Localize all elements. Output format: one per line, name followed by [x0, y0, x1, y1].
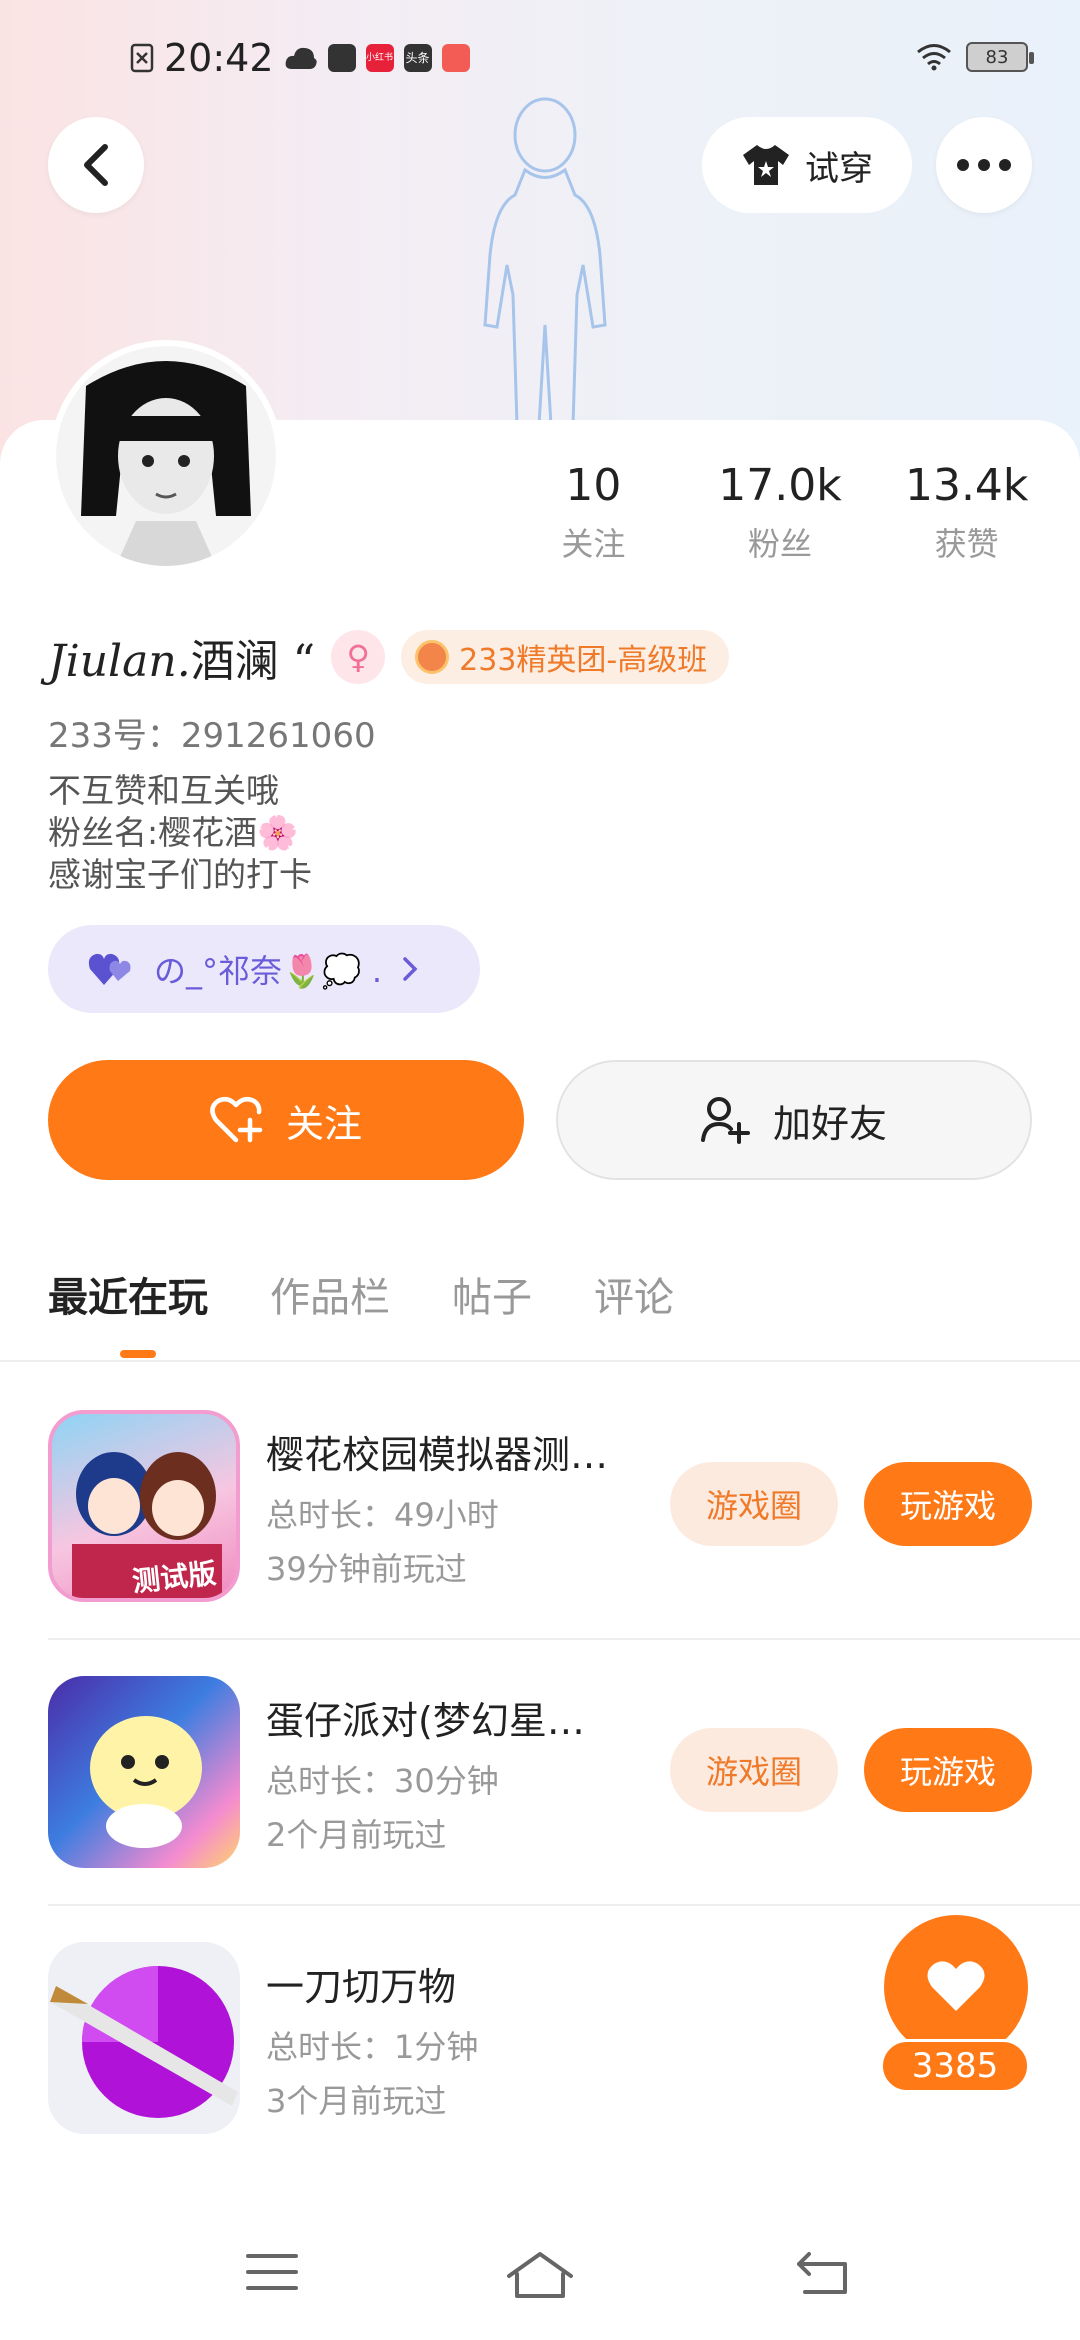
row-divider — [48, 1904, 1080, 1906]
game-last-played: 3个月前玩过 — [266, 2082, 447, 2120]
game-title: 樱花校园模拟器测… — [266, 1433, 609, 1477]
game-duration: 总时长：49小时 — [266, 1496, 499, 1534]
more-dots-icon — [957, 159, 1011, 171]
game-title: 一刀切万物 — [266, 1965, 457, 2009]
game-last-played: 39分钟前玩过 — [266, 1550, 467, 1588]
chevron-right-icon — [403, 957, 418, 981]
toutiao-icon: 头条 — [403, 44, 432, 72]
avatar-image — [56, 346, 276, 566]
stat-number: 13.4k — [904, 460, 1029, 511]
game-icon — [48, 1676, 240, 1868]
game-row[interactable]: 蛋仔派对(梦幻星… 总时长：30分钟 2个月前玩过 游戏圈 玩游戏 — [48, 1676, 1080, 1868]
system-navigation-bar — [0, 2230, 1080, 2340]
game-last-played: 2个月前玩过 — [266, 1816, 447, 1854]
user-name: Jiulan.酒澜 “ — [48, 625, 315, 689]
user-id: 233号：291261060 — [48, 716, 376, 756]
stat-likes[interactable]: 13.4k 获赞 — [873, 460, 1060, 565]
bio: 不互赞和互关哦 粉丝名:樱花酒🌸 感谢宝子们的打卡 — [48, 770, 312, 896]
follow-label: 关注 — [285, 1101, 362, 1146]
user-name-latin: Jiulan. — [48, 636, 191, 687]
wifi-icon — [917, 44, 951, 71]
game-duration: 总时长：30分钟 — [266, 1762, 499, 1800]
game-circle-button[interactable]: 游戏圈 — [670, 1462, 838, 1546]
add-friend-label: 加好友 — [772, 1101, 887, 1146]
add-friend-button[interactable]: 加好友 — [556, 1060, 1032, 1180]
tabs-divider — [0, 1360, 1080, 1362]
hearts-icon — [88, 953, 131, 985]
bio-line: 粉丝名:樱花酒🌸 — [48, 813, 299, 852]
floating-like-button[interactable]: 3385 — [866, 1915, 1032, 2095]
more-button[interactable] — [936, 117, 1032, 213]
game-title: 蛋仔派对(梦幻星… — [266, 1699, 585, 1743]
status-bar: 20:42 小红书 头条 83 — [0, 30, 1080, 90]
chevron-left-icon — [84, 144, 108, 186]
bio-line: 感谢宝子们的打卡 — [48, 855, 312, 894]
game-duration: 总时长：1分钟 — [266, 2028, 479, 2066]
battery-indicator: 83 — [966, 42, 1034, 72]
game-icon — [48, 1942, 240, 2134]
tab-recently-played[interactable]: 最近在玩 — [48, 1265, 208, 1323]
like-count: 3385 — [880, 2039, 1030, 2093]
add-user-icon — [700, 1097, 750, 1144]
tab-indicator — [120, 1350, 156, 1358]
badge-emblem-icon — [415, 640, 450, 674]
avatar-figure-hologram — [483, 97, 607, 425]
bio-line: 不互赞和互关哦 — [48, 771, 279, 810]
back-button[interactable] — [48, 117, 144, 213]
knife-cut-art — [50, 1966, 238, 2118]
back-nav-icon[interactable] — [795, 2250, 851, 2296]
cloud-icon — [285, 47, 317, 69]
stat-number: 10 — [565, 460, 622, 511]
stat-label: 关注 — [561, 525, 626, 563]
avatar[interactable] — [50, 340, 282, 572]
stat-fans[interactable]: 17.0k 粉丝 — [687, 460, 874, 565]
stat-label: 获赞 — [934, 525, 999, 563]
sim-off-icon — [130, 43, 154, 73]
stat-label: 粉丝 — [748, 525, 813, 563]
tab-comments[interactable]: 评论 — [594, 1265, 674, 1323]
stat-following[interactable]: 10 关注 — [500, 460, 687, 565]
profile-tabs: 最近在玩 作品栏 帖子 评论 — [48, 1265, 674, 1323]
tshirt-icon — [743, 145, 789, 185]
home-icon[interactable] — [505, 2250, 575, 2300]
menu-icon[interactable] — [245, 2250, 299, 2294]
name-row: Jiulan.酒澜 “ ♀ 233精英团-高级班 — [48, 625, 730, 689]
badge-label: 233精英团-高级班 — [459, 643, 708, 678]
heart-plus-icon — [210, 1096, 263, 1143]
try-on-label: 试穿 — [805, 148, 873, 189]
game-circle-button[interactable]: 游戏圈 — [670, 1728, 838, 1812]
play-game-button[interactable]: 玩游戏 — [864, 1728, 1032, 1812]
profile-stats: 10 关注 17.0k 粉丝 13.4k 获赞 — [500, 460, 1060, 565]
cp-label: の_°祁奈🌷💭 . — [154, 952, 383, 990]
xiaohongshu-icon: 小红书 — [365, 44, 394, 72]
tab-posts[interactable]: 帖子 — [452, 1265, 532, 1323]
stat-number: 17.0k — [718, 460, 842, 511]
female-icon: ♀ — [331, 630, 386, 684]
cp-relation-tag[interactable]: の_°祁奈🌷💭 . — [48, 925, 480, 1013]
eggy-party-art — [90, 1716, 202, 1848]
membership-badge[interactable]: 233精英团-高级班 — [401, 630, 730, 684]
app-icon — [327, 44, 356, 72]
follow-button[interactable]: 关注 — [48, 1060, 524, 1180]
play-game-button[interactable]: 玩游戏 — [864, 1462, 1032, 1546]
like-circle — [884, 1915, 1028, 2059]
status-time: 20:42 — [164, 36, 274, 80]
tab-works[interactable]: 作品栏 — [270, 1265, 390, 1323]
app2-icon — [441, 44, 470, 72]
user-name-cn: 酒澜 “ — [190, 636, 316, 687]
row-divider — [48, 1638, 1080, 1640]
game-icon: 测试版 — [48, 1410, 240, 1602]
try-on-button[interactable]: 试穿 — [702, 117, 912, 213]
heart-icon — [927, 1961, 985, 2011]
game-row[interactable]: 测试版 樱花校园模拟器测… 总时长：49小时 39分钟前玩过 游戏圈 玩游戏 — [48, 1410, 1080, 1602]
